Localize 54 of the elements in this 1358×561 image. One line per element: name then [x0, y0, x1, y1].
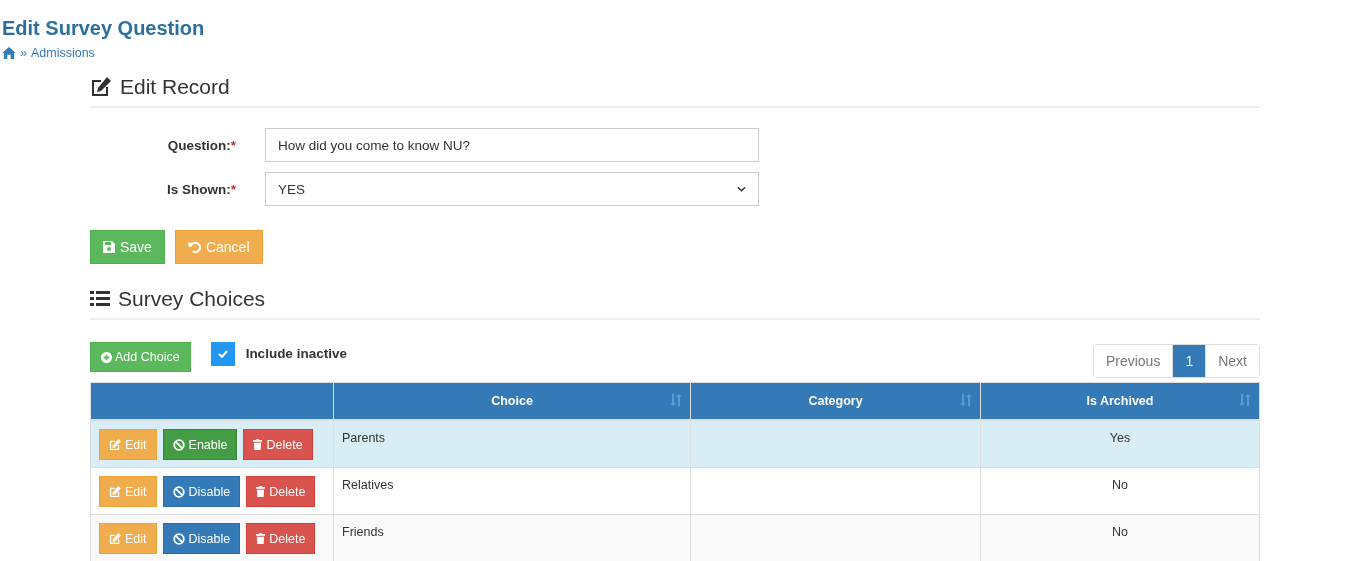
page-title: Edit Survey Question [2, 16, 206, 40]
table-cell: No [980, 514, 1260, 561]
pagination-link[interactable]: Next [1205, 345, 1259, 377]
table-row[interactable]: Edit Enable Delete Parents Yes [90, 420, 1260, 468]
delete-button[interactable]: Delete [246, 476, 316, 507]
add-choice-button[interactable]: Add Choice [90, 342, 191, 372]
trash-icon [256, 533, 266, 544]
list-icon [90, 291, 110, 307]
disable-button[interactable]: Disable [162, 523, 241, 554]
section-title: Survey Choices [118, 286, 266, 312]
plus-icon [101, 351, 112, 363]
is-shown-select[interactable]: YES [265, 172, 759, 206]
table-row[interactable]: Edit Disable Delete Friends No [90, 514, 1260, 561]
trash-icon [256, 486, 266, 497]
edit-icon [109, 486, 121, 497]
undo-icon [187, 240, 201, 254]
question-input[interactable]: How did you come to know NU? [265, 128, 759, 162]
sort-icon[interactable] [1239, 394, 1251, 406]
edit-icon [109, 439, 121, 450]
disable-button[interactable]: Disable [162, 476, 241, 507]
field-label: Question:* [166, 137, 237, 153]
trash-icon [253, 439, 263, 450]
column-header[interactable]: Category [690, 382, 981, 420]
delete-button[interactable]: Delete [243, 429, 313, 460]
save-button[interactable]: Save [90, 230, 165, 264]
section-title: Edit Record [120, 74, 230, 100]
home-icon[interactable] [2, 47, 16, 59]
table-cell: Parents [333, 420, 691, 468]
field-label: Is Shown:* [166, 181, 237, 197]
sort-icon[interactable] [960, 394, 972, 406]
required-marker: * [230, 181, 236, 197]
ban-icon [172, 532, 185, 545]
caret-icon [737, 186, 746, 192]
ban-icon [172, 485, 185, 498]
floppy-icon [103, 241, 115, 253]
table-row[interactable]: Edit Disable Delete Relatives No [90, 467, 1260, 515]
pagination-link[interactable]: 1 [1172, 345, 1206, 377]
table-cell: Yes [980, 420, 1260, 468]
required-marker: * [230, 137, 236, 153]
edit-icon [109, 533, 121, 544]
table-cell: Relatives [333, 467, 691, 515]
check-icon [217, 350, 228, 358]
breadcrumb-separator: » [20, 46, 27, 60]
checkbox-label: Include inactive [245, 345, 347, 361]
table-cell: No [980, 467, 1260, 515]
delete-button[interactable]: Delete [246, 523, 316, 554]
sort-icon[interactable] [670, 394, 682, 406]
column-header[interactable]: Choice [333, 382, 691, 420]
ban-icon [172, 438, 185, 451]
enable-button[interactable]: Enable [162, 429, 238, 460]
edit-icon [90, 77, 112, 97]
column-header[interactable]: Is Archived [980, 382, 1260, 420]
table-cell: Friends [333, 514, 691, 561]
breadcrumb-link[interactable]: Admissions [30, 46, 95, 60]
